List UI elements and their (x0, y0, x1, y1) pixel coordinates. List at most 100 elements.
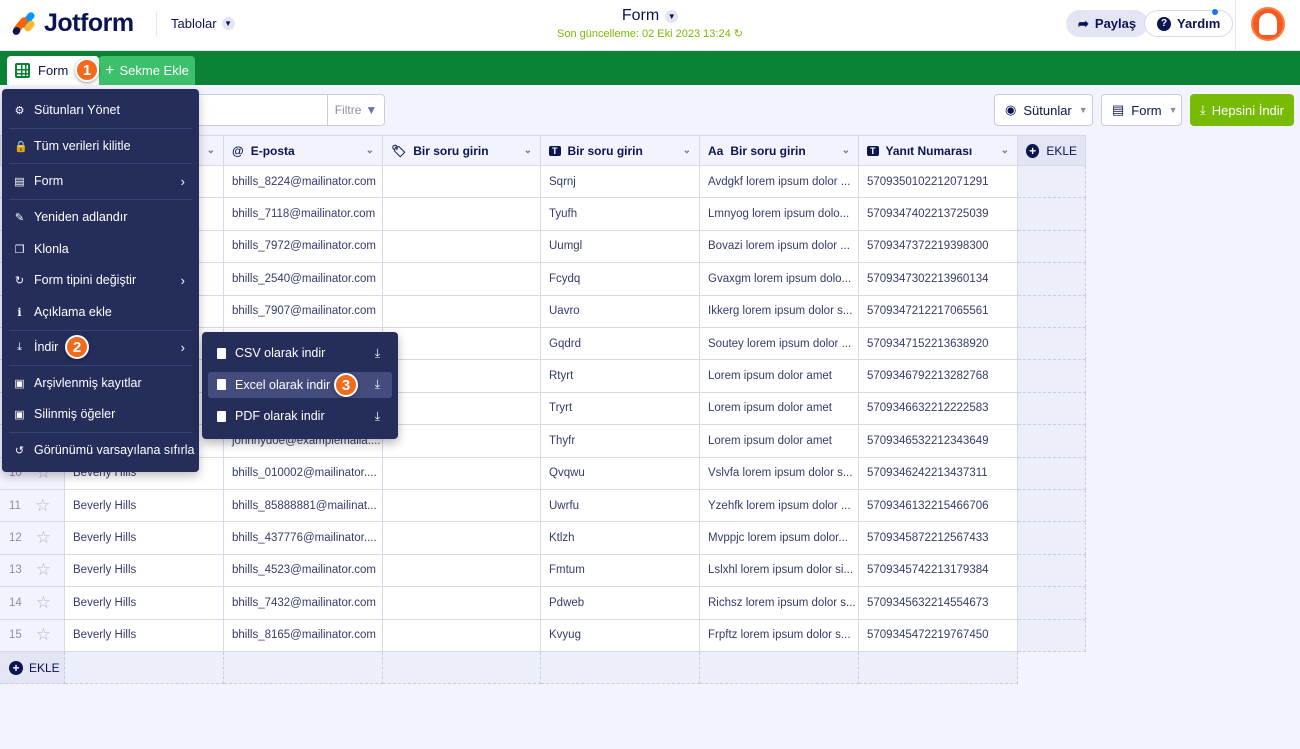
cell-tag[interactable] (383, 587, 541, 620)
menu-item-form[interactable]: ▤ Form › (2, 172, 199, 190)
download-icon[interactable]: ⤓ (375, 377, 380, 392)
cell-name[interactable]: Beverly Hills (65, 554, 224, 588)
cell-short-text[interactable]: Ktlzh (541, 522, 700, 555)
chevron-down-icon[interactable]: ⌄ (842, 145, 850, 156)
cell-tag[interactable] (383, 392, 541, 426)
menu-item-rename[interactable]: ✎ Yeniden adlandır (2, 208, 199, 226)
star-icon[interactable]: ☆ (36, 625, 51, 645)
jotform-logo[interactable]: Jotform (11, 9, 134, 38)
cell-tag[interactable] (383, 295, 541, 328)
cell-long-text[interactable]: Lorem ipsum dolor amet (700, 425, 859, 458)
tables-dropdown[interactable]: Tablolar ▼ (171, 16, 235, 31)
cell-long-text[interactable]: Richsz lorem ipsum dolor s... (700, 587, 859, 620)
cell-response-number[interactable]: 5709346632212222583 (859, 392, 1018, 426)
cell-long-text[interactable]: Bovazi lorem ipsum dolor ... (700, 230, 859, 264)
menu-item-download-pdf[interactable]: PDF olarak indir ⤓ (208, 403, 392, 429)
cell-short-text[interactable]: Kvyug (541, 619, 700, 652)
menu-item-manage-columns[interactable]: ⚙ Sütunları Yönet (2, 101, 199, 119)
cell-short-text[interactable]: Tryrt (541, 392, 700, 426)
cell-email[interactable]: bhills_8165@mailinator.com (224, 619, 383, 652)
cell-tag[interactable] (383, 198, 541, 231)
cell-response-number[interactable]: 5709346532212343649 (859, 425, 1018, 458)
cell-tag[interactable] (383, 263, 541, 296)
cell-short-text[interactable]: Tyufh (541, 198, 700, 231)
chevron-down-icon[interactable]: ⌄ (366, 145, 374, 156)
cell-email[interactable]: bhills_7432@mailinator.com (224, 587, 383, 620)
chevron-down-icon[interactable]: ⌄ (1001, 145, 1009, 156)
cell-tag[interactable] (383, 425, 541, 458)
cell-short-text[interactable]: Sqrnj (541, 166, 700, 199)
table-row[interactable]: 15 ☆ Beverly Hills bhills_8165@mailinator.c… (0, 619, 1086, 652)
download-all-button[interactable]: ⤓ Hepsini İndir (1190, 94, 1294, 126)
cell-email[interactable]: bhills_7118@mailinator.com (224, 198, 383, 231)
refresh-icon[interactable]: ↻ (734, 28, 743, 40)
cell-response-number[interactable]: 5709345742213179384 (859, 554, 1018, 588)
download-icon[interactable]: ⤓ (375, 346, 380, 361)
add-row-button[interactable]: + EKLE (0, 652, 65, 684)
menu-item-change-form-type[interactable]: ↻ Form tipini değiştir › (2, 271, 199, 289)
cell-short-text[interactable]: Fmtum (541, 554, 700, 588)
cell-tag[interactable] (383, 457, 541, 490)
chevron-down-icon[interactable]: ⌄ (683, 145, 691, 156)
cell-name[interactable]: Beverly Hills (65, 619, 224, 652)
cell-long-text[interactable]: Lorem ipsum dolor amet (700, 360, 859, 393)
cell-tag[interactable] (383, 230, 541, 264)
cell-email[interactable]: bhills_85888881@mailinat... (224, 490, 383, 523)
menu-item-lock-all-data[interactable]: 🔒 Tüm verileri kilitle (2, 137, 199, 155)
cell-tag[interactable] (383, 619, 541, 652)
form-title-dropdown[interactable]: Form ▼ (600, 7, 700, 25)
add-tab-button[interactable]: + Sekme Ekle (99, 56, 195, 85)
cell-short-text[interactable]: Uavro (541, 295, 700, 328)
cell-tag[interactable] (383, 328, 541, 361)
download-icon[interactable]: ⤓ (375, 409, 380, 424)
cell-long-text[interactable]: Soutey lorem ipsum dolor ... (700, 328, 859, 361)
star-icon[interactable]: ☆ (35, 496, 50, 516)
cell-email[interactable]: bhills_8224@mailinator.com (224, 166, 383, 199)
cell-long-text[interactable]: Gvaxgm lorem ipsum dolo... (700, 263, 859, 296)
cell-email[interactable]: bhills_437776@mailinator.... (224, 522, 383, 555)
cell-long-text[interactable]: Ikkerg lorem ipsum dolor s... (700, 295, 859, 328)
menu-item-deleted-items[interactable]: ▣ Silinmiş öğeler (2, 405, 199, 423)
cell-tag[interactable] (383, 166, 541, 199)
cell-email[interactable]: bhills_7972@mailinator.com (224, 230, 383, 264)
chevron-down-icon[interactable]: ⌄ (524, 145, 532, 156)
add-column-button[interactable]: + EKLE (1018, 135, 1086, 166)
help-button[interactable]: ? Yardım (1144, 10, 1234, 37)
menu-item-download-csv[interactable]: CSV olarak indir ⤓ (208, 340, 392, 366)
cell-tag[interactable] (383, 490, 541, 523)
cell-long-text[interactable]: Avdgkf lorem ipsum dolor ... (700, 166, 859, 199)
cell-short-text[interactable]: Uwrfu (541, 490, 700, 523)
cell-long-text[interactable]: Mvppjc lorem ipsum dolor... (700, 522, 859, 555)
cell-long-text[interactable]: Frpftz lorem ipsum dolor s... (700, 619, 859, 652)
star-icon[interactable]: ☆ (36, 528, 51, 548)
cell-response-number[interactable]: 5709346792213282768 (859, 360, 1018, 393)
star-icon[interactable]: ☆ (36, 593, 51, 613)
table-row[interactable]: 14 ☆ Beverly Hills bhills_7432@mailinator.c… (0, 587, 1086, 620)
chevron-down-icon[interactable]: ⌄ (207, 145, 215, 156)
cell-long-text[interactable]: Vslvfa lorem ipsum dolor s... (700, 457, 859, 490)
cell-name[interactable]: Beverly Hills (65, 490, 224, 523)
cell-response-number[interactable]: 5709345632214554673 (859, 587, 1018, 620)
cell-short-text[interactable]: Qvqwu (541, 457, 700, 490)
cell-short-text[interactable]: Pdweb (541, 587, 700, 620)
cell-short-text[interactable]: Uumgl (541, 230, 700, 264)
menu-item-download-excel[interactable]: Excel olarak indir ⤓ (208, 371, 392, 398)
column-header-email[interactable]: @ E-posta ⌄ (224, 135, 383, 166)
cell-name[interactable]: Beverly Hills (65, 587, 224, 620)
share-button[interactable]: ➦ Paylaş (1066, 10, 1149, 37)
cell-response-number[interactable]: 5709345472219767450 (859, 619, 1018, 652)
menu-item-clone[interactable]: ❐ Klonla (2, 240, 199, 258)
cell-long-text[interactable]: Yzehfk lorem ipsum dolor ... (700, 490, 859, 523)
cell-long-text[interactable]: Lmnyog lorem ipsum dolo... (700, 198, 859, 231)
menu-item-reset-view[interactable]: ↺ Görünümü varsayılana sıfırla (2, 441, 199, 459)
star-icon[interactable]: ☆ (36, 560, 51, 580)
cell-short-text[interactable]: Thyfr (541, 425, 700, 458)
cell-long-text[interactable]: Lslxhl lorem ipsum dolor si... (700, 554, 859, 588)
cell-email[interactable]: bhills_010002@mailinator.... (224, 457, 383, 490)
columns-button[interactable]: ◉ Sütunlar ▼ (994, 94, 1093, 126)
form-view-button[interactable]: ▤ Form ▼ (1101, 94, 1182, 126)
cell-response-number[interactable]: 5709346242213437311 (859, 457, 1018, 490)
cell-tag[interactable] (383, 554, 541, 588)
cell-email[interactable]: bhills_2540@mailinator.com (224, 263, 383, 296)
cell-response-number[interactable]: 5709346132215466706 (859, 490, 1018, 523)
